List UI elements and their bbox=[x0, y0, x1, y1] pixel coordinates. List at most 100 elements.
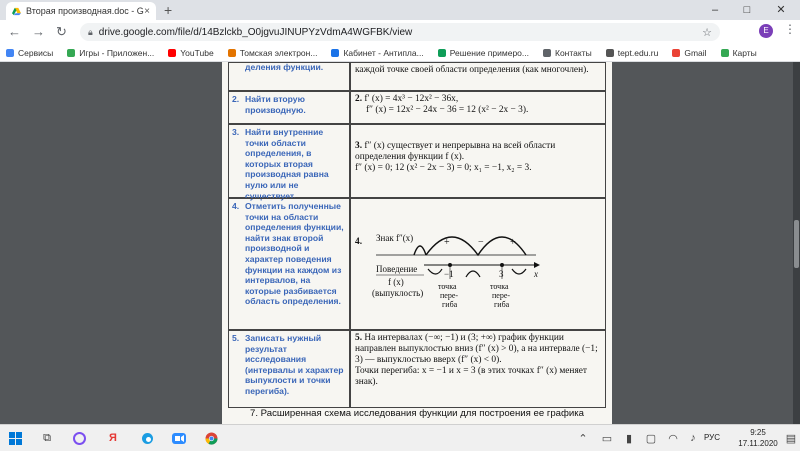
table-row-2-step: 3. Найти внутренние точки области опреде… bbox=[228, 124, 350, 201]
step-text: Найти внутренние точки области определен… bbox=[245, 127, 329, 201]
close-window-icon[interactable]: ✕ bbox=[766, 0, 796, 20]
language-indicator[interactable]: РУС bbox=[704, 433, 720, 442]
google-drive-icon bbox=[12, 7, 21, 15]
new-tab-icon[interactable]: + bbox=[164, 2, 172, 18]
sign-chart: Знак f″(x) + − + x −1 3 Поведение f (x) … bbox=[372, 233, 540, 309]
clock-date: 17.11.2020 bbox=[738, 439, 778, 448]
bookmark-item[interactable]: Сервисы bbox=[6, 48, 53, 58]
bookmark-item[interactable]: Контакты bbox=[543, 48, 592, 58]
convex-down-arc-2 bbox=[511, 268, 527, 275]
url-text: drive.google.com/file/d/14Bzlckb_O0jgvuJ… bbox=[98, 26, 413, 38]
table-row-0-step: деления функции. bbox=[228, 62, 350, 91]
browser-menu-icon[interactable]: ⋮ bbox=[784, 22, 796, 36]
chrome-icon[interactable] bbox=[202, 429, 220, 447]
bookmark-item[interactable]: YouTube bbox=[168, 48, 214, 58]
result-number: 5. bbox=[355, 333, 363, 343]
bookmark-item[interactable]: Gmail bbox=[672, 47, 707, 58]
tab-title: Вторая производная.doc - Goo bbox=[26, 6, 145, 16]
minimize-icon[interactable]: – bbox=[700, 0, 730, 20]
document-viewer: деления функции. 1. Область определения … bbox=[0, 62, 800, 424]
edge-icon[interactable] bbox=[138, 429, 156, 447]
yandex-browser-icon[interactable]: Я bbox=[104, 429, 122, 447]
bookmark-label: Gmail bbox=[684, 47, 707, 58]
bookmark-favicon-icon bbox=[67, 48, 76, 57]
display-icon[interactable]: ▢ bbox=[642, 429, 660, 447]
bookmark-label: Томская электрон... bbox=[239, 47, 318, 58]
step-number: 4. bbox=[232, 201, 240, 211]
step-number: 5. bbox=[232, 333, 240, 343]
alice-icon[interactable] bbox=[70, 429, 88, 447]
bookmark-item[interactable]: Томская электрон... bbox=[227, 47, 318, 58]
battery-icon[interactable]: ▮ bbox=[620, 429, 638, 447]
address-bar[interactable]: 🔒︎ drive.google.com/file/d/14Bzlckb_O0jg… bbox=[80, 23, 720, 41]
derivative-line-2: f″ (x) = 12x² − 24x − 36 = 12 (x² − 2x −… bbox=[366, 105, 529, 115]
task-view-icon[interactable]: ⧉ bbox=[38, 429, 56, 447]
inflection-word-3: гиба bbox=[442, 300, 458, 309]
maximize-icon[interactable]: □ bbox=[732, 0, 762, 20]
inflection-word-3: гиба bbox=[494, 300, 510, 309]
point-minus-1 bbox=[448, 263, 452, 267]
bookmark-favicon-icon bbox=[227, 48, 236, 57]
windows-start-icon[interactable] bbox=[6, 429, 24, 447]
browser-tab[interactable]: Вторая производная.doc - Goo × bbox=[6, 2, 156, 20]
notifications-icon[interactable]: ▤ bbox=[782, 429, 800, 447]
bookmark-item[interactable]: Игры - Приложен... bbox=[67, 48, 154, 58]
bookmark-label: Сервисы bbox=[18, 47, 54, 58]
bookmark-item[interactable]: tept.edu.ru bbox=[605, 48, 658, 58]
scrollbar-thumb[interactable] bbox=[794, 220, 799, 268]
step-text: Найти вторую производную. bbox=[245, 94, 306, 115]
show-hidden-icons-icon[interactable]: ⌃ bbox=[574, 429, 592, 447]
behavior-convexity: (выпуклость) bbox=[372, 288, 423, 298]
bookmark-favicon-icon bbox=[672, 48, 681, 57]
sign-label: Знак f″(x) bbox=[376, 233, 413, 243]
result-number: 3. bbox=[355, 141, 363, 151]
bookmark-label: Кабинет - Антипла... bbox=[343, 47, 424, 58]
inflection-word-1: точка bbox=[438, 282, 457, 291]
step-number: 2. bbox=[232, 94, 240, 104]
bookmark-item[interactable]: Решение примеро... bbox=[437, 48, 529, 58]
bookmark-favicon-icon bbox=[437, 48, 446, 57]
windows-taskbar: ⧉ Я ⌃ ▭ ▮ ▢ ◠ ♪ РУС 9:25 17.11.2020 ▤ bbox=[0, 424, 800, 451]
step-number: 3. bbox=[232, 127, 240, 137]
behavior-label: Поведение bbox=[376, 264, 417, 274]
table-row-1-result: 2. f′ (x) = 4x³ − 12x² − 36x, f″ (x) = 1… bbox=[350, 91, 606, 124]
bookmark-favicon-icon bbox=[168, 48, 177, 57]
bookmark-label: Игры - Приложен... bbox=[79, 47, 155, 58]
bookmark-item[interactable]: Карты bbox=[720, 47, 757, 58]
inflection-word-1: точка bbox=[490, 282, 509, 291]
sign-plus-left: + bbox=[444, 237, 450, 248]
derivative-line-1: f′ (x) = 4x³ − 12x² − 36x, bbox=[364, 94, 459, 104]
profile-avatar[interactable]: E bbox=[759, 24, 773, 38]
bookmark-favicon-icon bbox=[720, 48, 729, 57]
table-row-2-result: 3. f″ (x) существует и непрерывна на все… bbox=[350, 124, 606, 198]
bookmarks-bar: Сервисы Игры - Приложен... YouTube Томская … bbox=[0, 44, 800, 62]
wifi-icon[interactable]: ◠ bbox=[664, 429, 682, 447]
back-icon[interactable]: ← bbox=[8, 24, 21, 39]
table-row-1-step: 2. Найти вторую производную. bbox=[228, 91, 350, 124]
axis-variable: x bbox=[533, 269, 538, 279]
behavior-function: f (x) bbox=[388, 277, 404, 287]
bookmark-label: Контакты bbox=[555, 47, 592, 58]
sign-minus: − bbox=[478, 237, 484, 248]
zoom-icon[interactable] bbox=[170, 429, 188, 447]
forward-icon[interactable]: → bbox=[32, 24, 45, 39]
network-icon[interactable]: ▭ bbox=[598, 429, 616, 447]
inflection-word-2: пере- bbox=[492, 291, 510, 300]
volume-icon[interactable]: ♪ bbox=[684, 429, 702, 447]
close-tab-icon[interactable]: × bbox=[144, 6, 150, 17]
figure-caption: 7. Расширенная схема исследования функци… bbox=[249, 408, 585, 419]
table-row-3-step: 4. Отметить полученные точки на области … bbox=[228, 198, 350, 330]
bookmark-star-icon[interactable]: ☆ bbox=[702, 26, 712, 39]
sign-plus-right: + bbox=[510, 237, 516, 248]
system-clock[interactable]: 9:25 17.11.2020 bbox=[732, 427, 784, 449]
bookmark-item[interactable]: Кабинет - Антипла... bbox=[331, 47, 424, 58]
convex-up-arc bbox=[465, 270, 481, 278]
lock-icon: 🔒︎ bbox=[88, 26, 93, 37]
step-text: деления функции. bbox=[245, 62, 324, 72]
bookmark-favicon-icon bbox=[331, 48, 340, 57]
reload-icon[interactable]: ↻ bbox=[56, 24, 67, 40]
clock-time: 9:25 bbox=[750, 428, 766, 437]
sign-arc-left bbox=[413, 245, 427, 256]
bookmark-label: Карты bbox=[732, 47, 757, 58]
apps-grid-icon bbox=[6, 48, 14, 57]
